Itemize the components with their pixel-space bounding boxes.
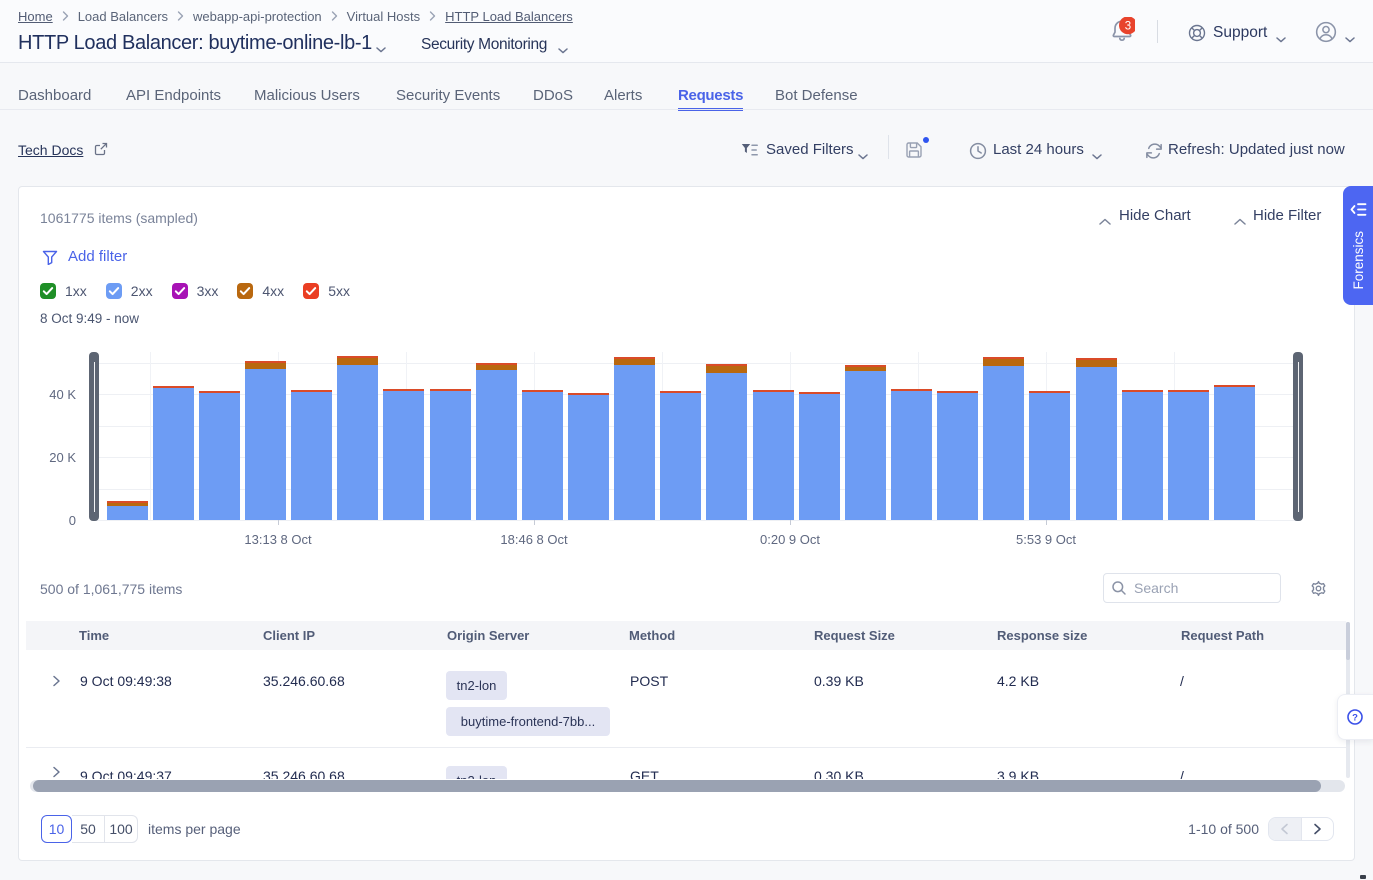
svg-text:3: 3 bbox=[1125, 20, 1131, 32]
svg-text:?: ? bbox=[1352, 712, 1358, 723]
